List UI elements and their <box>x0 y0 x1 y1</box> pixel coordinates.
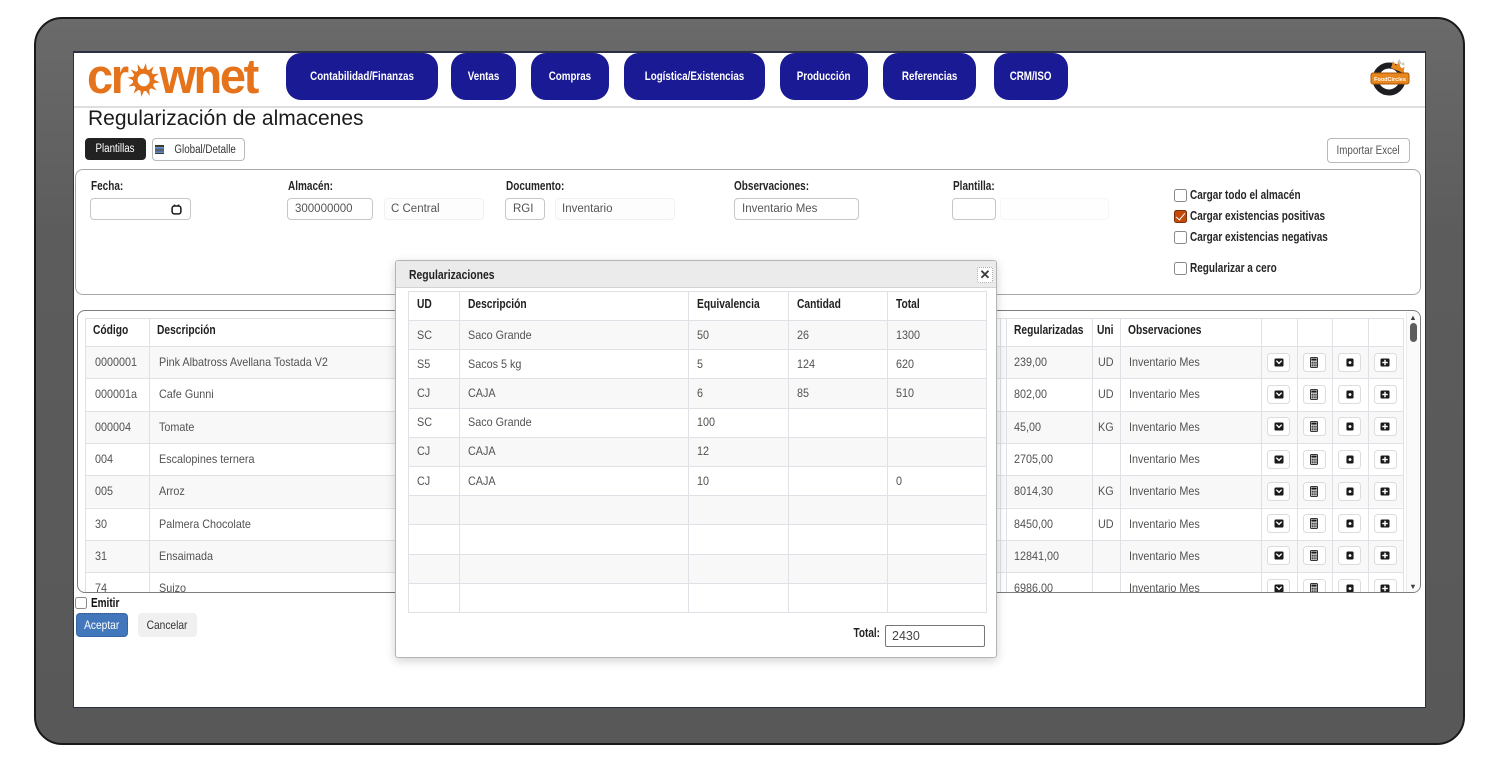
svg-text:FoodCircles: FoodCircles <box>1374 77 1406 83</box>
